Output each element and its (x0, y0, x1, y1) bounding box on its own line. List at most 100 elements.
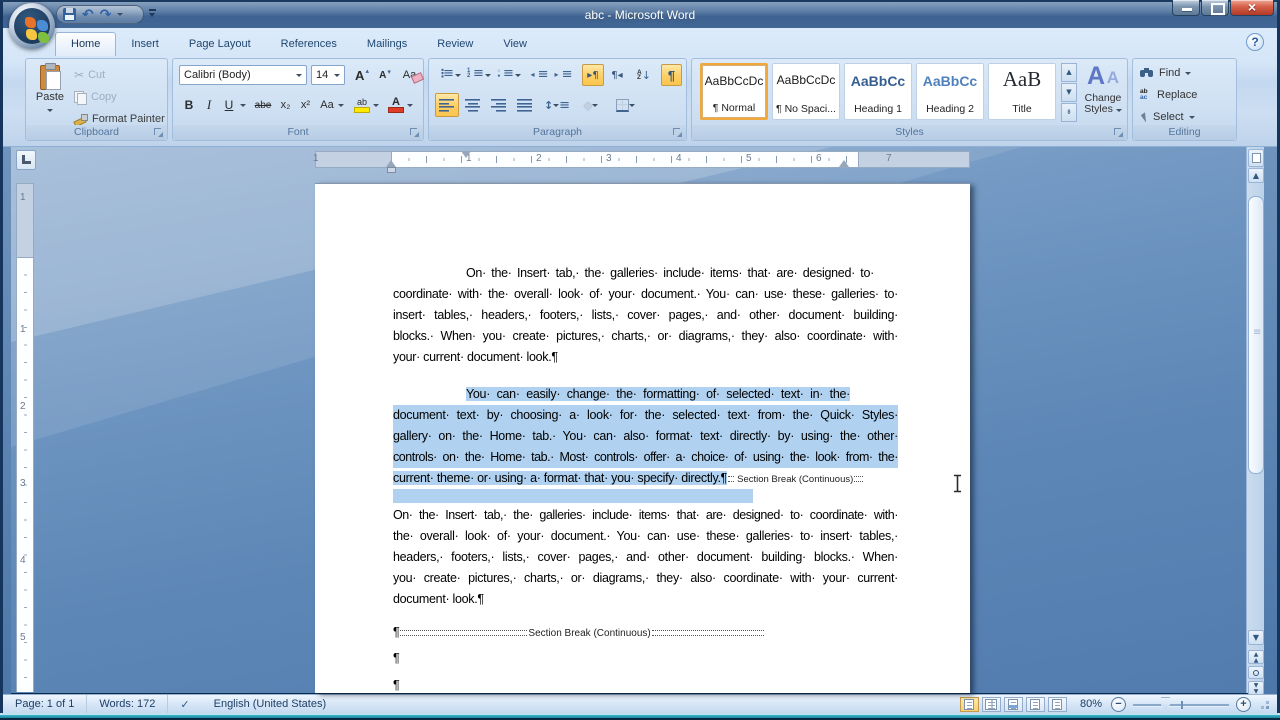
tab-view[interactable]: View (488, 33, 542, 56)
first-line-indent-marker[interactable] (461, 151, 471, 158)
clear-formatting-button[interactable] (399, 64, 427, 86)
italic-button[interactable] (200, 93, 218, 117)
style-heading2[interactable]: AaBbCc Heading 2 (916, 63, 984, 120)
left-to-right-button[interactable] (582, 64, 604, 86)
scroll-up-icon[interactable]: ▲ (1248, 168, 1264, 183)
proofing-status[interactable]: ✓ (168, 695, 201, 713)
paragraph-dialog-launcher-icon[interactable] (673, 128, 683, 138)
line-spacing-button[interactable] (543, 93, 571, 117)
zoom-slider-thumb[interactable] (1161, 697, 1170, 711)
document-page[interactable]: On· the· Insert· tab,· the· galleries· i… (315, 183, 970, 693)
multilevel-list-button[interactable] (495, 64, 522, 86)
paste-button[interactable]: Paste (31, 62, 69, 125)
tab-home[interactable]: Home (55, 32, 117, 56)
tab-mailings[interactable]: Mailings (352, 33, 422, 56)
scroll-down-icon[interactable]: ▼ (1248, 630, 1264, 645)
zoom-in-icon[interactable]: + (1236, 696, 1251, 712)
paste-dropdown-icon[interactable] (47, 109, 53, 112)
align-right-button[interactable] (487, 93, 511, 117)
bold-button[interactable] (179, 93, 199, 117)
change-styles-button[interactable]: Change Styles (1081, 61, 1125, 124)
customize-qat-icon[interactable] (148, 9, 160, 21)
help-icon[interactable]: ? (1246, 33, 1264, 51)
font-color-button[interactable] (385, 93, 407, 117)
increase-indent-button[interactable] (553, 64, 575, 86)
print-layout-view-button[interactable] (959, 696, 979, 712)
font-name-combo[interactable]: Calibri (Body) (179, 65, 307, 85)
numbering-button[interactable] (465, 64, 492, 86)
replace-button[interactable]: Replace (1140, 86, 1197, 104)
zoom-out-icon[interactable]: − (1111, 696, 1126, 712)
cut-button[interactable]: ✂ Cut (74, 65, 105, 85)
document-text[interactable]: On· the· Insert· tab,· the· galleries· i… (393, 263, 898, 693)
maximize-button[interactable] (1201, 0, 1229, 16)
show-hide-pilcrow-button[interactable] (661, 64, 682, 86)
right-indent-marker[interactable] (839, 160, 849, 167)
ruler-toggle-button[interactable] (1248, 149, 1264, 167)
outline-view-button[interactable] (1025, 696, 1045, 712)
zoom-slider[interactable] (1133, 697, 1229, 712)
font-dialog-launcher-icon[interactable] (410, 128, 420, 138)
shading-button[interactable] (577, 93, 605, 117)
undo-icon[interactable]: ↶ (82, 8, 94, 22)
text-highlight-button[interactable] (351, 93, 373, 117)
office-button[interactable] (9, 3, 55, 49)
style-title[interactable]: AaB Title (988, 63, 1056, 120)
redo-icon[interactable]: ↷ (100, 8, 112, 22)
left-indent-marker[interactable] (387, 167, 396, 173)
change-case-dropdown-icon[interactable] (337, 93, 345, 117)
styles-scroll-up-icon[interactable]: ▲ (1061, 63, 1077, 82)
draft-view-button[interactable] (1047, 696, 1067, 712)
page-count-status[interactable]: Page: 1 of 1 (3, 695, 88, 713)
decrease-indent-button[interactable] (529, 64, 551, 86)
justify-button[interactable] (513, 93, 537, 117)
change-case-button[interactable] (316, 93, 338, 117)
style-no-spacing[interactable]: AaBbCcDc ¶ No Spaci... (772, 63, 840, 120)
highlight-dropdown-icon[interactable] (372, 93, 380, 117)
sort-button[interactable] (632, 64, 656, 86)
styles-gallery-expand-icon[interactable]: ⇟ (1061, 103, 1077, 122)
font-color-dropdown-icon[interactable] (406, 93, 414, 117)
clipboard-dialog-launcher-icon[interactable] (154, 128, 164, 138)
tab-insert[interactable]: Insert (116, 33, 174, 56)
redo-dropdown-icon[interactable] (117, 13, 124, 16)
select-browse-object-icon[interactable] (1248, 666, 1264, 679)
right-to-left-button[interactable] (606, 64, 628, 86)
underline-button[interactable] (219, 93, 239, 117)
copy-button[interactable]: Copy (74, 87, 117, 107)
style-heading1[interactable]: AaBbCc Heading 1 (844, 63, 912, 120)
tab-references[interactable]: References (266, 33, 352, 56)
styles-scroll-down-icon[interactable]: ▼ (1061, 83, 1077, 102)
vertical-scrollbar[interactable]: ▲ ▼ ▲▲ ▼▼ (1246, 147, 1264, 695)
subscript-button[interactable] (276, 93, 295, 117)
full-screen-reading-button[interactable] (981, 696, 1001, 712)
style-normal[interactable]: AaBbCcDc ¶ Normal (700, 63, 768, 120)
tab-page-layout[interactable]: Page Layout (174, 33, 266, 56)
previous-page-icon[interactable]: ▲ ▲ (1248, 650, 1264, 664)
close-button[interactable] (1230, 0, 1274, 16)
save-icon[interactable] (63, 8, 76, 21)
hanging-indent-marker[interactable] (386, 160, 396, 167)
strikethrough-button[interactable] (251, 93, 275, 117)
align-left-button[interactable] (435, 93, 459, 117)
shrink-font-button[interactable] (375, 64, 395, 86)
select-button[interactable]: Select (1140, 108, 1195, 126)
bullets-button[interactable] (435, 64, 462, 86)
find-button[interactable]: Find (1140, 64, 1192, 82)
superscript-button[interactable] (296, 93, 315, 117)
grow-font-button[interactable] (351, 64, 373, 86)
web-layout-button[interactable] (1003, 696, 1023, 712)
styles-dialog-launcher-icon[interactable] (1114, 128, 1124, 138)
tab-review[interactable]: Review (422, 33, 488, 56)
next-page-icon[interactable]: ▼ ▼ (1248, 681, 1264, 695)
resize-grip[interactable] (1258, 698, 1271, 711)
word-count-status[interactable]: Words: 172 (87, 695, 169, 713)
font-size-combo[interactable]: 14 (311, 65, 345, 85)
zoom-level[interactable]: 80% (1080, 698, 1102, 710)
tab-selector-button[interactable] (16, 150, 36, 170)
borders-button[interactable] (611, 93, 639, 117)
underline-dropdown-icon[interactable] (239, 93, 247, 117)
language-status[interactable]: English (United States) (202, 695, 339, 713)
scrollbar-thumb[interactable] (1248, 196, 1264, 474)
minimize-button[interactable] (1172, 0, 1200, 16)
